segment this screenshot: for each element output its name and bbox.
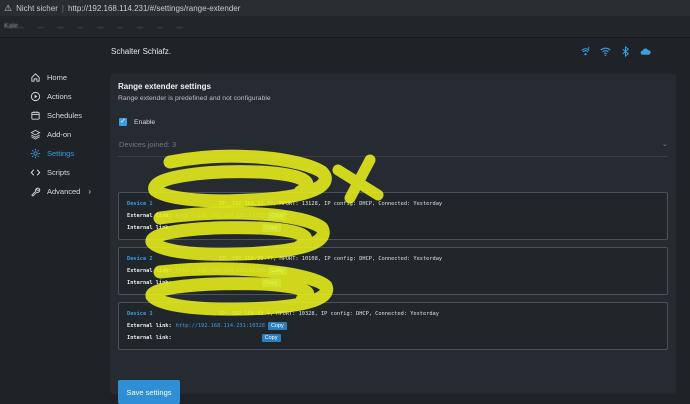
chevron-right-icon: › — [88, 187, 92, 196]
schedules-icon — [31, 111, 40, 120]
sidebar-item-scripts[interactable]: Scripts — [30, 163, 110, 182]
bookmark-item[interactable]: ... — [38, 23, 44, 30]
external-link-label: External link: — [127, 268, 172, 274]
internal-link-row: Internal link: Copy — [127, 332, 667, 344]
device-label: Device 3 — [127, 311, 153, 317]
device-card: Device 2 , IP: 192.168.33.??, MPORT: 101… — [118, 247, 668, 295]
sidebar-item-actions[interactable]: Actions — [30, 87, 110, 106]
copy-button[interactable]: Copy — [261, 279, 281, 287]
external-link[interactable]: http://192.168.114.231:10108 — [176, 268, 265, 274]
device-label: Device 1 — [127, 201, 153, 207]
device-card: Device 3 , IP: 192.168.33.4, MPORT: 1032… — [118, 302, 668, 350]
device-info-row: Device 2 , IP: 192.168.33.??, MPORT: 101… — [127, 253, 667, 265]
sidebar-item-advanced[interactable]: Advanced › — [30, 182, 110, 201]
warning-icon: ⚠ — [4, 2, 13, 13]
bookmarks-bar: Kale... ... ... ... ... ... ... ... ... — [0, 16, 690, 38]
chevron-down-icon[interactable]: ⌄ — [662, 140, 668, 148]
internal-link-label: Internal link: — [127, 225, 172, 231]
sidebar-item-addon[interactable]: Add-on — [30, 125, 110, 144]
bookmark-item[interactable]: ... — [157, 23, 163, 30]
device-info-row: Device 3 , IP: 192.168.33.4, MPORT: 1032… — [127, 308, 667, 320]
internal-link-label: Internal link: — [127, 280, 172, 286]
separator: | — [61, 3, 64, 13]
device-label: Device 2 — [127, 256, 153, 262]
bookmark-item[interactable]: ... — [78, 23, 84, 30]
insecure-label: Nicht sicher — [16, 3, 58, 13]
copy-button[interactable]: Copy — [267, 212, 287, 220]
bookmark-item[interactable]: ... — [117, 23, 123, 30]
copy-button[interactable]: Copy — [261, 224, 281, 232]
external-link-row: External link: http://192.168.114.231:10… — [127, 265, 667, 277]
code-icon — [30, 169, 41, 176]
sidebar-item-label: Schedules — [47, 111, 83, 120]
cloud-icon — [640, 48, 651, 55]
sidebar-item-label: Home — [47, 73, 68, 82]
sidebar-item-label: Advanced — [47, 187, 81, 196]
bookmark-item[interactable]: ... — [177, 23, 183, 30]
range-extender-panel: Range extender settings Range extender i… — [110, 74, 676, 404]
bookmark-item[interactable]: ... — [97, 23, 103, 30]
external-link-row: External link: http://192.168.114.231:10… — [127, 320, 667, 332]
sidebar-item-home[interactable]: Home — [30, 68, 110, 87]
bluetooth-icon — [622, 46, 630, 57]
device-info: , IP: 192.168.33.4, MPORT: 10328, IP con… — [212, 311, 439, 317]
addon-icon — [30, 129, 41, 140]
bookmark-item[interactable]: ... — [58, 23, 64, 30]
enable-label: Enable — [134, 118, 156, 126]
enable-toggle[interactable]: ✓ Enable — [119, 118, 155, 126]
gear-icon — [30, 148, 41, 159]
external-link[interactable]: http://192.168.114.231:10328 — [176, 323, 265, 329]
external-link-row: External link: http://192.168.114.231:13… — [127, 210, 667, 222]
internal-link-row: Internal link: Copy — [127, 222, 667, 234]
sidebar-item-label: Actions — [47, 92, 72, 101]
external-link-label: External link: — [127, 323, 172, 329]
url-text[interactable]: http://192.168.114.231/#/settings/range-… — [68, 4, 240, 13]
bookmark-item[interactable]: ... — [137, 23, 143, 30]
wifi-ap-icon — [581, 46, 590, 56]
sidebar-item-schedules[interactable]: Schedules — [30, 106, 110, 125]
bookmark-item[interactable]: Kale... — [4, 23, 24, 30]
save-settings-button[interactable]: Save settings — [118, 380, 180, 404]
browser-address-bar: ⚠ Nicht sicher | http://192.168.114.231/… — [0, 0, 690, 16]
enable-checkbox[interactable]: ✓ — [119, 118, 127, 126]
device-name: Schalter Schlafz. — [111, 47, 172, 56]
panel-title: Range extender settings — [118, 82, 211, 91]
device-info-row: Device 1 , IP: 192.168.33.??, MPORT: 131… — [127, 198, 667, 210]
device-info: , IP: 192.168.33.??, MPORT: 10108, IP co… — [212, 256, 443, 262]
wifi-icon — [600, 47, 611, 56]
divider — [118, 156, 668, 157]
sidebar-item-label: Scripts — [47, 168, 70, 177]
home-icon — [31, 73, 40, 82]
sidebar-item-settings[interactable]: Settings — [30, 144, 110, 163]
copy-button[interactable]: Copy — [267, 267, 287, 275]
devices-joined-header[interactable]: Devices joined: 3 — [119, 140, 176, 149]
device-info: , IP: 192.168.33.??, MPORT: 13128, IP co… — [212, 201, 443, 207]
panel-subtitle: Range extender is predefined and not con… — [118, 95, 271, 102]
sidebar-item-label: Add-on — [47, 130, 72, 139]
copy-button[interactable]: Copy — [267, 322, 287, 330]
external-link-label: External link: — [127, 213, 172, 219]
internal-link-label: Internal link: — [127, 335, 172, 341]
device-card: Device 1 , IP: 192.168.33.??, MPORT: 131… — [118, 192, 668, 240]
external-link[interactable]: http://192.168.114.231:13128 — [176, 213, 265, 219]
sidebar-item-label: Settings — [47, 149, 75, 158]
wrench-icon — [31, 187, 41, 197]
copy-button[interactable]: Copy — [261, 334, 281, 342]
sidebar: Home Actions Schedules Add-on Settings S… — [30, 68, 110, 201]
status-icons — [580, 46, 651, 57]
app-window: Schalter Schlafz. Home Actions Schedules… — [0, 38, 690, 404]
actions-icon — [30, 91, 41, 102]
internal-link-row: Internal link: Copy — [127, 277, 667, 289]
